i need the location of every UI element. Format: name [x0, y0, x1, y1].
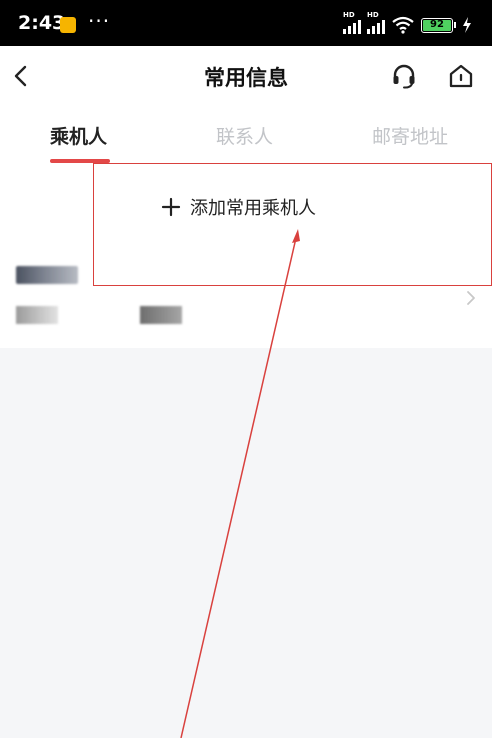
tab-passengers[interactable]: 乘机人	[50, 122, 107, 149]
tab-bar: 乘机人 联系人 邮寄地址	[0, 106, 492, 164]
wifi-icon	[392, 16, 414, 34]
charging-bolt-icon	[463, 17, 471, 33]
annotation-highlight-box	[93, 163, 492, 286]
chevron-right-icon	[467, 291, 475, 305]
tab-mailing-address[interactable]: 邮寄地址	[372, 122, 448, 149]
headset-icon[interactable]	[390, 62, 418, 90]
battery-icon: 92	[421, 17, 453, 33]
blurred-id-number	[140, 306, 182, 324]
blurred-passenger-name	[16, 266, 78, 284]
signal-hd-label: HD	[367, 11, 379, 19]
status-more-dots: ···	[88, 9, 111, 33]
signal-hd-label: HD	[343, 11, 355, 19]
battery-level: 92	[423, 19, 451, 31]
signal-icon: HD	[367, 11, 385, 34]
status-indicators: HD HD 92	[343, 11, 472, 36]
home-icon[interactable]	[447, 62, 475, 90]
status-time: 2:43	[18, 12, 66, 34]
nav-bar: 常用信息	[0, 46, 492, 106]
battery-cap	[454, 22, 456, 28]
page-title: 常用信息	[204, 66, 288, 90]
blurred-id-type	[16, 306, 58, 324]
notes-app-icon	[60, 17, 76, 33]
signal-icon: HD	[343, 11, 361, 34]
tab-contacts[interactable]: 联系人	[216, 122, 273, 149]
status-bar: 2:43 ··· HD HD 92	[0, 0, 492, 46]
